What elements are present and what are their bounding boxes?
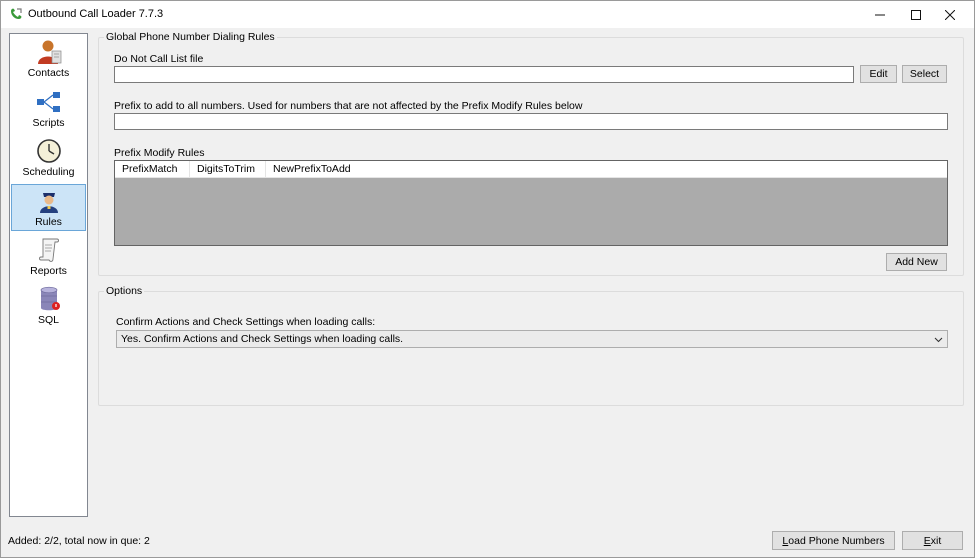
status-text: Added: 2/2, total now in que: 2	[8, 535, 150, 547]
grid-header: PrefixMatch DigitsToTrim NewPrefixToAdd	[115, 161, 947, 178]
confirm-select-value: Yes. Confirm Actions and Check Settings …	[121, 333, 404, 345]
scroll-icon	[38, 238, 59, 262]
close-button[interactable]	[933, 1, 967, 28]
sidebar-nav: Contacts Scripts Scheduling Rules Report…	[9, 33, 88, 517]
rules-icon	[39, 193, 58, 213]
sidebar-item-scripts[interactable]: Scripts	[11, 86, 86, 133]
minimize-icon	[875, 14, 885, 15]
dnc-file-label: Do Not Call List file	[114, 53, 204, 65]
button-label: xit	[930, 534, 942, 547]
prefix-modify-label: Prefix Modify Rules	[114, 147, 205, 159]
chevron-down-icon	[934, 337, 943, 343]
confirm-label: Confirm Actions and Check Settings when …	[116, 316, 376, 328]
mnemonic-letter: E	[923, 534, 931, 547]
prefix-modify-grid[interactable]: PrefixMatch DigitsToTrim NewPrefixToAdd	[114, 160, 948, 246]
scripts-icon	[36, 92, 60, 112]
column-header-digits-to-trim[interactable]: DigitsToTrim	[190, 161, 266, 177]
sidebar-item-label: Reports	[30, 265, 67, 277]
window-title: Outbound Call Loader 7.7.3	[28, 8, 164, 20]
sidebar-item-reports[interactable]: Reports	[11, 234, 86, 281]
phone-app-icon	[11, 8, 22, 19]
confirm-select[interactable]: Yes. Confirm Actions and Check Settings …	[116, 330, 948, 348]
column-header-new-prefix[interactable]: NewPrefixToAdd	[266, 161, 356, 177]
sidebar-item-sql[interactable]: SQL	[11, 283, 86, 330]
sidebar-item-rules[interactable]: Rules	[11, 184, 86, 231]
sidebar-item-label: Contacts	[27, 67, 70, 79]
sidebar-item-scheduling[interactable]: Scheduling	[11, 135, 86, 182]
edit-button[interactable]: Edit	[860, 65, 897, 83]
maximize-icon	[911, 9, 921, 20]
app-window: Outbound Call Loader 7.7.3 Contacts Scri…	[0, 0, 975, 558]
minimize-button[interactable]	[863, 1, 897, 28]
dnc-file-input[interactable]	[114, 66, 854, 83]
clock-icon	[36, 139, 61, 163]
options-group: Options	[98, 285, 964, 406]
contacts-icon	[37, 40, 61, 64]
close-icon	[945, 9, 955, 20]
button-label: oad Phone Numbers	[788, 534, 885, 547]
group-title: Options	[104, 285, 145, 297]
sidebar-item-label: SQL	[37, 314, 59, 326]
add-new-button[interactable]: Add New	[886, 253, 947, 271]
database-icon	[40, 286, 60, 311]
exit-button[interactable]: Exit	[902, 531, 963, 550]
group-title: Global Phone Number Dialing Rules	[104, 31, 277, 43]
select-button[interactable]: Select	[902, 65, 947, 83]
maximize-button[interactable]	[899, 1, 933, 28]
sidebar-item-label: Rules	[35, 216, 62, 228]
sidebar-item-label: Scripts	[32, 117, 65, 129]
prefix-input[interactable]	[114, 113, 948, 130]
sidebar-item-label: Scheduling	[22, 166, 75, 178]
prefix-label: Prefix to add to all numbers. Used for n…	[114, 100, 583, 112]
sidebar-item-contacts[interactable]: Contacts	[11, 36, 86, 83]
column-header-prefix-match[interactable]: PrefixMatch	[115, 161, 190, 177]
title-bar[interactable]: Outbound Call Loader 7.7.3	[1, 1, 974, 28]
load-phone-numbers-button[interactable]: Load Phone Numbers	[772, 531, 895, 550]
